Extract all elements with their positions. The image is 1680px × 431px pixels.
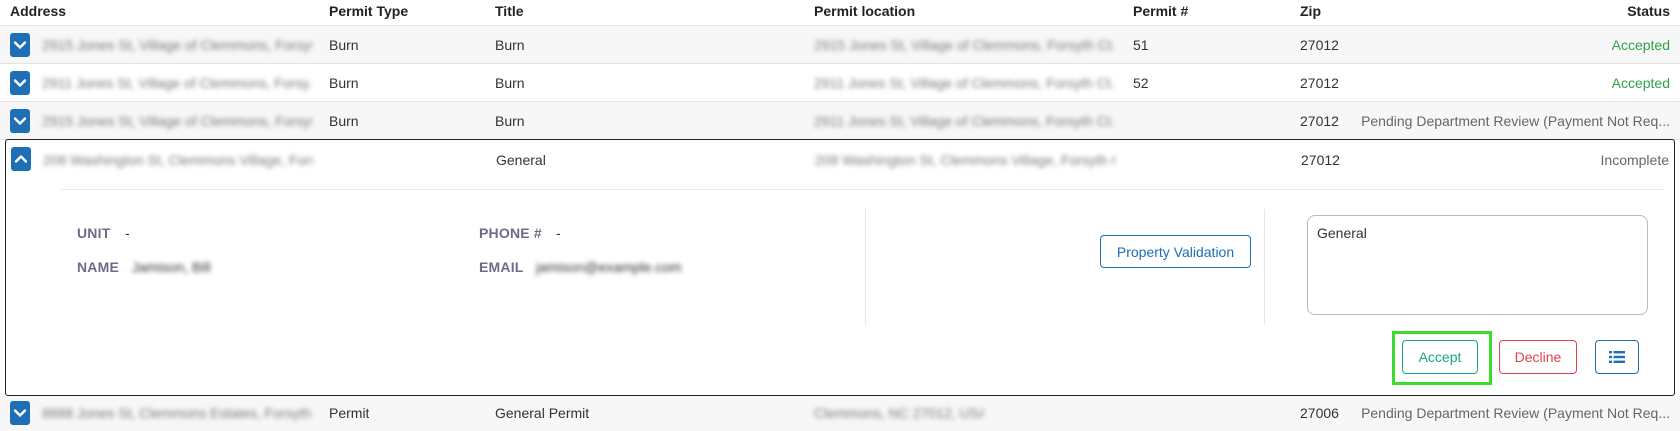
chevron-down-icon (14, 41, 26, 49)
col-title[interactable]: Title (495, 3, 524, 19)
col-status[interactable]: Status (1627, 3, 1670, 19)
permit-type-cell: Burn (329, 75, 359, 91)
permit-type-cell: Burn (329, 113, 359, 129)
status-cell: Accepted (1611, 37, 1670, 53)
expand-button[interactable] (10, 401, 30, 425)
table-row[interactable]: 2911 Jones St, Village of Clemmons, Fors… (0, 64, 1680, 102)
expand-button[interactable] (10, 109, 30, 133)
status-cell: Pending Department Review (Payment Not R… (1361, 405, 1670, 421)
list-button[interactable] (1595, 340, 1639, 374)
chevron-down-icon (14, 409, 26, 417)
decline-button[interactable]: Decline (1499, 340, 1577, 374)
table-row[interactable]: 2915 Jones St, Village of Clemmons, Fors… (0, 26, 1680, 64)
table-row[interactable]: 2915 Jones St, Village of Clemmons, Fors… (0, 102, 1680, 140)
col-address[interactable]: Address (10, 3, 66, 19)
chevron-up-icon (15, 155, 27, 163)
permit-type-cell: Permit (329, 405, 370, 421)
unit-label: UNIT (77, 225, 111, 241)
address-cell: 2915 Jones St, Village of Clemmons, Fors… (42, 113, 312, 129)
permit-location-cell: 2911 Jones St, Village of Clemmons, Fors… (814, 113, 1114, 129)
divider (61, 189, 1664, 190)
permit-number-cell: 52 (1133, 75, 1149, 91)
col-zip[interactable]: Zip (1300, 3, 1321, 19)
phone-label: PHONE # (479, 225, 542, 241)
status-cell: Incomplete (1600, 152, 1669, 168)
accept-button[interactable]: Accept (1402, 340, 1478, 374)
unit-value: - (125, 225, 130, 241)
permit-number-cell: 51 (1133, 37, 1149, 53)
chevron-down-icon (14, 117, 26, 125)
list-icon (1609, 351, 1625, 363)
permit-location-cell: 2915 Jones St, Village of Clemmons, Fors… (814, 37, 1114, 53)
col-permit-location[interactable]: Permit location (814, 3, 915, 19)
status-cell: Accepted (1611, 75, 1670, 91)
expanded-row-header[interactable]: 208 Washington St, Clemmons Village, For… (6, 140, 1674, 189)
notes-textarea[interactable]: General (1307, 215, 1648, 315)
title-cell: General Permit (495, 405, 590, 421)
title-cell: Burn (495, 75, 525, 91)
zip-cell: 27012 (1301, 152, 1340, 168)
title-cell: Burn (495, 113, 525, 129)
zip-cell: 27012 (1300, 75, 1339, 91)
property-validation-button[interactable]: Property Validation (1100, 235, 1251, 268)
col-permit-number[interactable]: Permit # (1133, 3, 1188, 19)
status-cell: Pending Department Review (Payment Not R… (1361, 113, 1670, 129)
permit-type-cell: Burn (329, 37, 359, 53)
email-label: EMAIL (479, 259, 524, 275)
name-label: NAME (77, 259, 120, 275)
expand-button[interactable] (10, 33, 30, 57)
address-cell: 2911 Jones St, Village of Clemmons, Fors… (42, 75, 312, 91)
permit-location-cell: Clemmons, NC 27012, USA (814, 405, 984, 421)
address-cell: 8888 Jones St, Clemmons Estates, Forsyth… (42, 405, 312, 421)
phone-value: - (556, 225, 561, 241)
title-cell: General (496, 152, 546, 168)
table-row[interactable]: 8888 Jones St, Clemmons Estates, Forsyth… (0, 396, 1680, 431)
divider (865, 209, 866, 325)
name-value: Jamison, Bill (132, 259, 211, 275)
title-cell: Burn (495, 37, 525, 53)
expanded-row: 208 Washington St, Clemmons Village, For… (5, 139, 1675, 396)
permit-location-cell: 2911 Jones St, Village of Clemmons, Fors… (814, 75, 1114, 91)
col-permit-type[interactable]: Permit Type (329, 3, 408, 19)
expand-button[interactable] (10, 71, 30, 95)
zip-cell: 27012 (1300, 37, 1339, 53)
chevron-down-icon (14, 79, 26, 87)
address-cell: 208 Washington St, Clemmons Village, For… (43, 152, 313, 168)
email-value: jamison@example.com (536, 259, 682, 275)
permit-location-cell: 208 Washington St, Clemmons Village, For… (815, 152, 1115, 168)
divider (1264, 209, 1265, 325)
address-cell: 2915 Jones St, Village of Clemmons, Fors… (42, 37, 312, 53)
collapse-button[interactable] (11, 147, 31, 171)
table-header: Address Permit Type Title Permit locatio… (0, 0, 1680, 26)
